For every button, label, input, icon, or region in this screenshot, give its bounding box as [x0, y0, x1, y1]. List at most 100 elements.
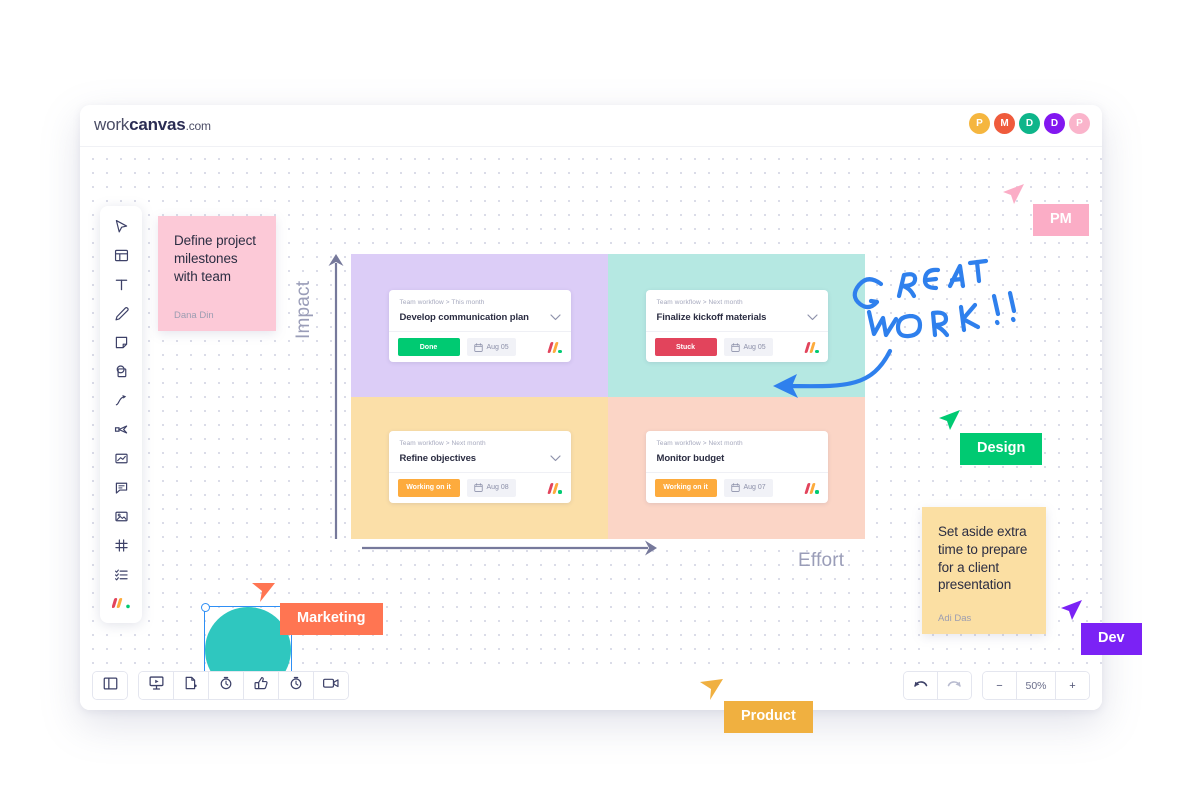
bottom-right-toolbar: − 50% +: [903, 671, 1090, 700]
app-header: workcanvas.com PMDDP: [80, 105, 1102, 147]
tool-connector[interactable]: [106, 387, 136, 413]
work-item-card[interactable]: Team workflow > Next month Refine objecti…: [388, 430, 571, 503]
chevron-down-icon[interactable]: [806, 314, 818, 321]
zoom-in-button[interactable]: +: [1056, 672, 1089, 699]
embed-board-icon: [113, 450, 130, 467]
avatar[interactable]: P: [969, 113, 990, 134]
tool-cut[interactable]: [106, 416, 136, 442]
card-title: Monitor budget: [656, 452, 725, 464]
status-badge[interactable]: Done: [397, 338, 460, 356]
work-item-card[interactable]: Team workflow > This month Develop commun…: [388, 290, 571, 362]
bottom-left-toolbar: [92, 671, 349, 700]
card-breadcrumb: Team workflow > Next month: [399, 439, 486, 447]
due-date-chip[interactable]: Aug 07: [723, 478, 773, 497]
quadrant-low-impact-low-effort[interactable]: Team workflow > Next month Refine objecti…: [351, 396, 608, 539]
status-badge[interactable]: Stuck: [654, 338, 717, 356]
impact-axis-label: Impact: [293, 280, 314, 339]
cursor-select-icon: [113, 218, 130, 235]
redo-button[interactable]: [938, 672, 971, 699]
calendar-icon: [473, 342, 483, 352]
tool-pen[interactable]: [106, 300, 136, 326]
logo-work: work: [94, 115, 130, 134]
sticky-note-pink-text: Define project milestones with team: [174, 233, 256, 284]
tool-grid[interactable]: [106, 532, 136, 558]
timer-icon: [218, 675, 234, 696]
export-file-icon: [183, 675, 199, 696]
chevron-down-icon[interactable]: [549, 454, 561, 462]
card-body: Team workflow > Next month Refine objecti…: [389, 431, 571, 472]
frame-icon: [113, 247, 130, 264]
due-date-chip[interactable]: Aug 05: [466, 338, 516, 356]
tool-embed-board[interactable]: [106, 445, 136, 471]
due-date-chip[interactable]: Aug 05: [723, 338, 773, 356]
tool-text[interactable]: [106, 271, 136, 297]
cursor-arrow-icon: [700, 679, 723, 700]
card-body: Team workflow > This month Develop commun…: [389, 290, 571, 331]
effort-axis-label: Effort: [798, 550, 845, 571]
tool-shapes[interactable]: [106, 358, 136, 384]
tool-frame[interactable]: [106, 242, 136, 268]
tool-select[interactable]: [106, 213, 136, 239]
cursor-design-label: Design: [960, 433, 1043, 465]
avatar[interactable]: M: [994, 113, 1015, 134]
avatar[interactable]: D: [1044, 113, 1065, 134]
sticky-note-yellow-author: Adi Das: [938, 613, 972, 624]
sticky-note-yellow[interactable]: Set aside extra time to prepare for a cl…: [922, 507, 1046, 634]
card-title: Develop communication plan: [399, 312, 529, 323]
card-title: Refine objectives: [399, 452, 477, 464]
card-breadcrumb: Team workflow > This month: [399, 299, 485, 306]
tool-sticky-note[interactable]: [106, 329, 136, 355]
avatar[interactable]: D: [1019, 113, 1040, 134]
cursor-marketing-label: Marketing: [280, 603, 383, 635]
tool-image[interactable]: [106, 503, 136, 529]
impact-axis: [328, 254, 344, 539]
sidebar-toggle-group: [92, 671, 128, 700]
effort-axis: [362, 540, 657, 556]
sticky-note-pink[interactable]: Define project milestones with team Dana…: [158, 216, 276, 331]
status-badge[interactable]: Working on it: [397, 478, 460, 497]
workcanvas-logo[interactable]: workcanvas.com: [94, 115, 211, 135]
card-footer: Done Aug 05: [388, 331, 571, 362]
undo-icon: [914, 680, 928, 687]
comment-icon: [113, 479, 130, 496]
tool-comment[interactable]: [106, 474, 136, 500]
monday-logo-icon: [547, 341, 562, 353]
thumbs-up-icon: [253, 675, 269, 696]
monday-logo-icon: [111, 596, 131, 610]
present-button[interactable]: [139, 672, 174, 699]
timer-button[interactable]: [209, 672, 244, 699]
card-body: Team workflow > Next month Monitor budget: [646, 431, 828, 472]
due-date-chip[interactable]: Aug 08: [466, 478, 516, 497]
tool-monday-apps[interactable]: [106, 590, 136, 616]
card-title: Finalize kickoff materials: [656, 312, 767, 323]
avatar[interactable]: P: [1069, 113, 1090, 134]
text-icon: [113, 276, 130, 293]
undo-button[interactable]: [904, 672, 938, 699]
work-item-card[interactable]: Team workflow > Next month Monitor budget…: [645, 430, 828, 503]
quadrant-high-impact-low-effort[interactable]: Team workflow > This month Develop commun…: [351, 254, 608, 397]
status-badge[interactable]: Working on it: [654, 478, 717, 497]
tool-checklist[interactable]: [106, 561, 136, 587]
sticky-note-icon: [113, 334, 130, 351]
zoom-out-button[interactable]: −: [983, 672, 1017, 699]
work-item-card[interactable]: Team workflow > Next month Finalize kicko…: [645, 290, 828, 362]
chevron-down-icon[interactable]: [549, 314, 561, 321]
video-button[interactable]: [314, 672, 348, 699]
export-button[interactable]: [174, 672, 209, 699]
reactions-button[interactable]: [244, 672, 279, 699]
arrow-connector-icon: [113, 392, 130, 409]
due-date-text: Aug 05: [486, 343, 509, 351]
toolbar-separator: [128, 671, 138, 700]
stopwatch-button[interactable]: [279, 672, 314, 699]
resize-handle-top-left[interactable]: [201, 603, 210, 612]
quadrant-high-impact-high-effort[interactable]: Team workflow > Next month Finalize kicko…: [608, 254, 865, 397]
scissors-icon: [113, 421, 130, 438]
logo-domain: .com: [185, 119, 211, 133]
logo-canvas: canvas: [129, 115, 186, 134]
board-actions-group: [138, 671, 349, 700]
card-body: Team workflow > Next month Finalize kicko…: [646, 290, 828, 331]
quadrant-low-impact-high-effort[interactable]: Team workflow > Next month Monitor budget…: [608, 396, 865, 539]
toggle-sidebar-button[interactable]: [93, 672, 127, 699]
cursor-arrow-icon: [1061, 600, 1082, 620]
cursor-arrow-icon: [252, 583, 275, 602]
